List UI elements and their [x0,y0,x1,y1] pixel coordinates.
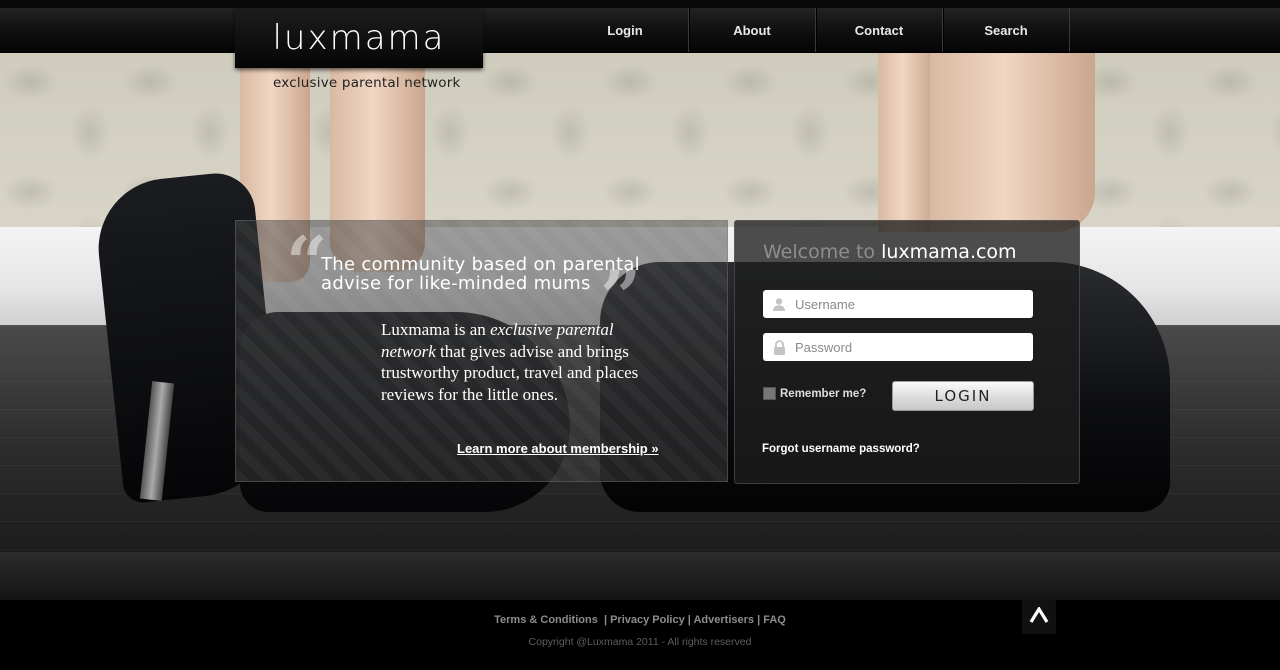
footer-link-advertisers[interactable]: Advertisers [693,614,754,626]
intro-panel: “ The community based on parental advise… [235,220,728,482]
forgot-password-link[interactable]: Forgot username password? [762,443,920,455]
remember-me[interactable]: Remember me? [763,387,866,400]
username-field[interactable] [763,290,1033,318]
lock-icon [767,333,791,361]
login-panel: Welcome to luxmama.com Remember me? LOGI… [734,220,1080,484]
chevron-up-icon [1029,605,1049,628]
footer-separator: | [754,614,764,626]
main-nav: Login About Contact Search [562,8,1070,52]
welcome-prefix: Welcome to [763,241,882,263]
child-leg-right [878,52,933,232]
footer-strip [0,552,1280,600]
intro-body: Luxmama is an exclusive parental network… [381,319,671,405]
footer: Terms & Conditions | Privacy Policy | Ad… [0,600,1280,670]
footer-link-terms[interactable]: Terms & Conditions [494,614,598,626]
welcome-heading: Welcome to luxmama.com [763,241,1017,263]
back-to-top-button[interactable] [1022,600,1056,634]
footer-separator: | [597,614,611,626]
nav-search[interactable]: Search [942,8,1070,52]
nav-about[interactable]: About [688,8,815,52]
learn-more-link[interactable]: Learn more about membership » [457,441,659,456]
welcome-site-name: luxmama.com [881,241,1017,263]
footer-links: Terms & Conditions | Privacy Policy | Ad… [0,614,1280,626]
copyright-text: Copyright @Luxmama 2011 - All rights res… [528,636,752,648]
user-icon [767,290,791,318]
remember-me-label: Remember me? [780,387,867,400]
footer-link-privacy[interactable]: Privacy Policy [610,614,685,626]
intro-body-part1: Luxmama is an [381,320,491,339]
remember-me-checkbox[interactable] [763,387,776,400]
child-leg-right-2 [930,52,1095,232]
password-field[interactable] [763,333,1033,361]
login-button[interactable]: LOGIN [892,381,1034,411]
username-input[interactable] [791,296,1029,312]
logo-text: luxmama [272,18,446,58]
tagline: exclusive parental network [273,75,461,91]
logo[interactable]: luxmama [235,8,483,68]
nav-contact[interactable]: Contact [815,8,942,52]
nav-login[interactable]: Login [562,8,688,52]
password-input[interactable] [791,339,1029,355]
footer-link-faq[interactable]: FAQ [763,614,786,626]
